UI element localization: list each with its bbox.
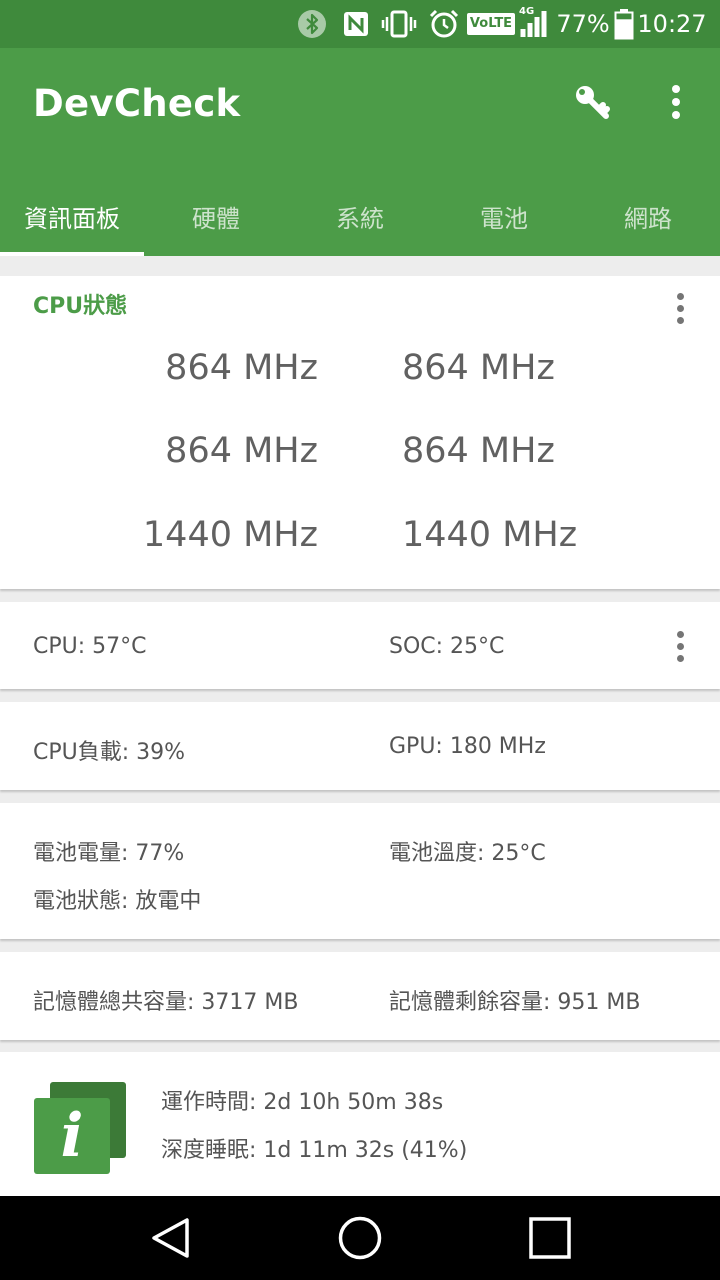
memory-card[interactable]: 記憶體總共容量: 3717 MB 記憶體剩餘容量: 951 MB <box>0 952 720 1040</box>
tab-indicator <box>0 252 144 256</box>
app-title: DevCheck <box>33 82 241 125</box>
battery-percent: 77% <box>556 10 610 38</box>
battery-card[interactable]: 電池電量: 77% 電池溫度: 25°C 電池狀態: 放電中 <box>0 803 720 939</box>
gpu-frequency: GPU: 180 MHz <box>389 734 546 759</box>
tab-system[interactable]: 系統 <box>288 176 432 256</box>
tab-hardware[interactable]: 硬體 <box>144 176 288 256</box>
clock: 10:27 <box>637 10 707 38</box>
info-icon: i <box>34 1082 126 1174</box>
cpu-core-4-freq: 1440 MHz <box>142 515 318 555</box>
uptime-card[interactable]: i 運作時間: 2d 10h 50m 38s 深度睡眠: 1d 11m 32s … <box>0 1052 720 1196</box>
back-icon[interactable] <box>110 1196 230 1280</box>
battery-temperature: 電池溫度: 25°C <box>389 841 546 866</box>
home-icon[interactable] <box>300 1196 420 1280</box>
cpu-temperature: CPU: 57°C <box>33 634 147 659</box>
tab-network[interactable]: 網路 <box>576 176 720 256</box>
volte-icon: VoLTE <box>466 0 516 48</box>
navigation-bar <box>0 1196 720 1280</box>
overflow-menu-icon[interactable] <box>656 78 696 126</box>
tab-bar: 資訊面板 硬體 系統 電池 網路 <box>0 176 720 256</box>
bluetooth-icon <box>292 0 332 48</box>
uptime: 運作時間: 2d 10h 50m 38s <box>161 1090 444 1115</box>
tab-battery[interactable]: 電池 <box>432 176 576 256</box>
battery-icon <box>612 0 636 48</box>
soc-temperature: SOC: 25°C <box>389 634 505 659</box>
cpu-core-1-freq: 864 MHz <box>402 348 555 388</box>
cpu-card-menu-icon[interactable] <box>660 284 700 332</box>
key-icon[interactable] <box>568 78 616 126</box>
battery-level: 電池電量: 77% <box>33 841 185 866</box>
load-card[interactable]: CPU負載: 39% GPU: 180 MHz <box>0 702 720 790</box>
temperature-card[interactable]: CPU: 57°C SOC: 25°C <box>0 602 720 689</box>
cpu-core-3-freq: 864 MHz <box>402 431 555 471</box>
cpu-core-2-freq: 864 MHz <box>165 431 318 471</box>
tab-dashboard[interactable]: 資訊面板 <box>0 176 144 256</box>
status-bar: VoLTE 4G 77% 10:27 <box>0 0 720 48</box>
app-bar: DevCheck 資訊面板 硬體 系統 電池 網路 <box>0 48 720 256</box>
cpu-core-0-freq: 864 MHz <box>165 348 318 388</box>
recents-icon[interactable] <box>490 1196 610 1280</box>
signal-icon: 4G <box>517 0 553 48</box>
memory-total: 記憶體總共容量: 3717 MB <box>33 990 299 1015</box>
vibrate-icon <box>378 0 420 48</box>
alarm-icon <box>424 0 464 48</box>
cpu-status-card[interactable]: CPU狀態 864 MHz 864 MHz 864 MHz 864 MHz 14… <box>0 276 720 589</box>
deep-sleep: 深度睡眠: 1d 11m 32s (41%) <box>161 1138 468 1163</box>
battery-status: 電池狀態: 放電中 <box>33 889 202 914</box>
cpu-status-title: CPU狀態 <box>33 294 128 319</box>
temperature-card-menu-icon[interactable] <box>660 622 700 670</box>
memory-free: 記憶體剩餘容量: 951 MB <box>389 990 641 1015</box>
cpu-core-5-freq: 1440 MHz <box>402 515 578 555</box>
nfc-icon <box>338 0 374 48</box>
cpu-load: CPU負載: 39% <box>33 740 186 765</box>
